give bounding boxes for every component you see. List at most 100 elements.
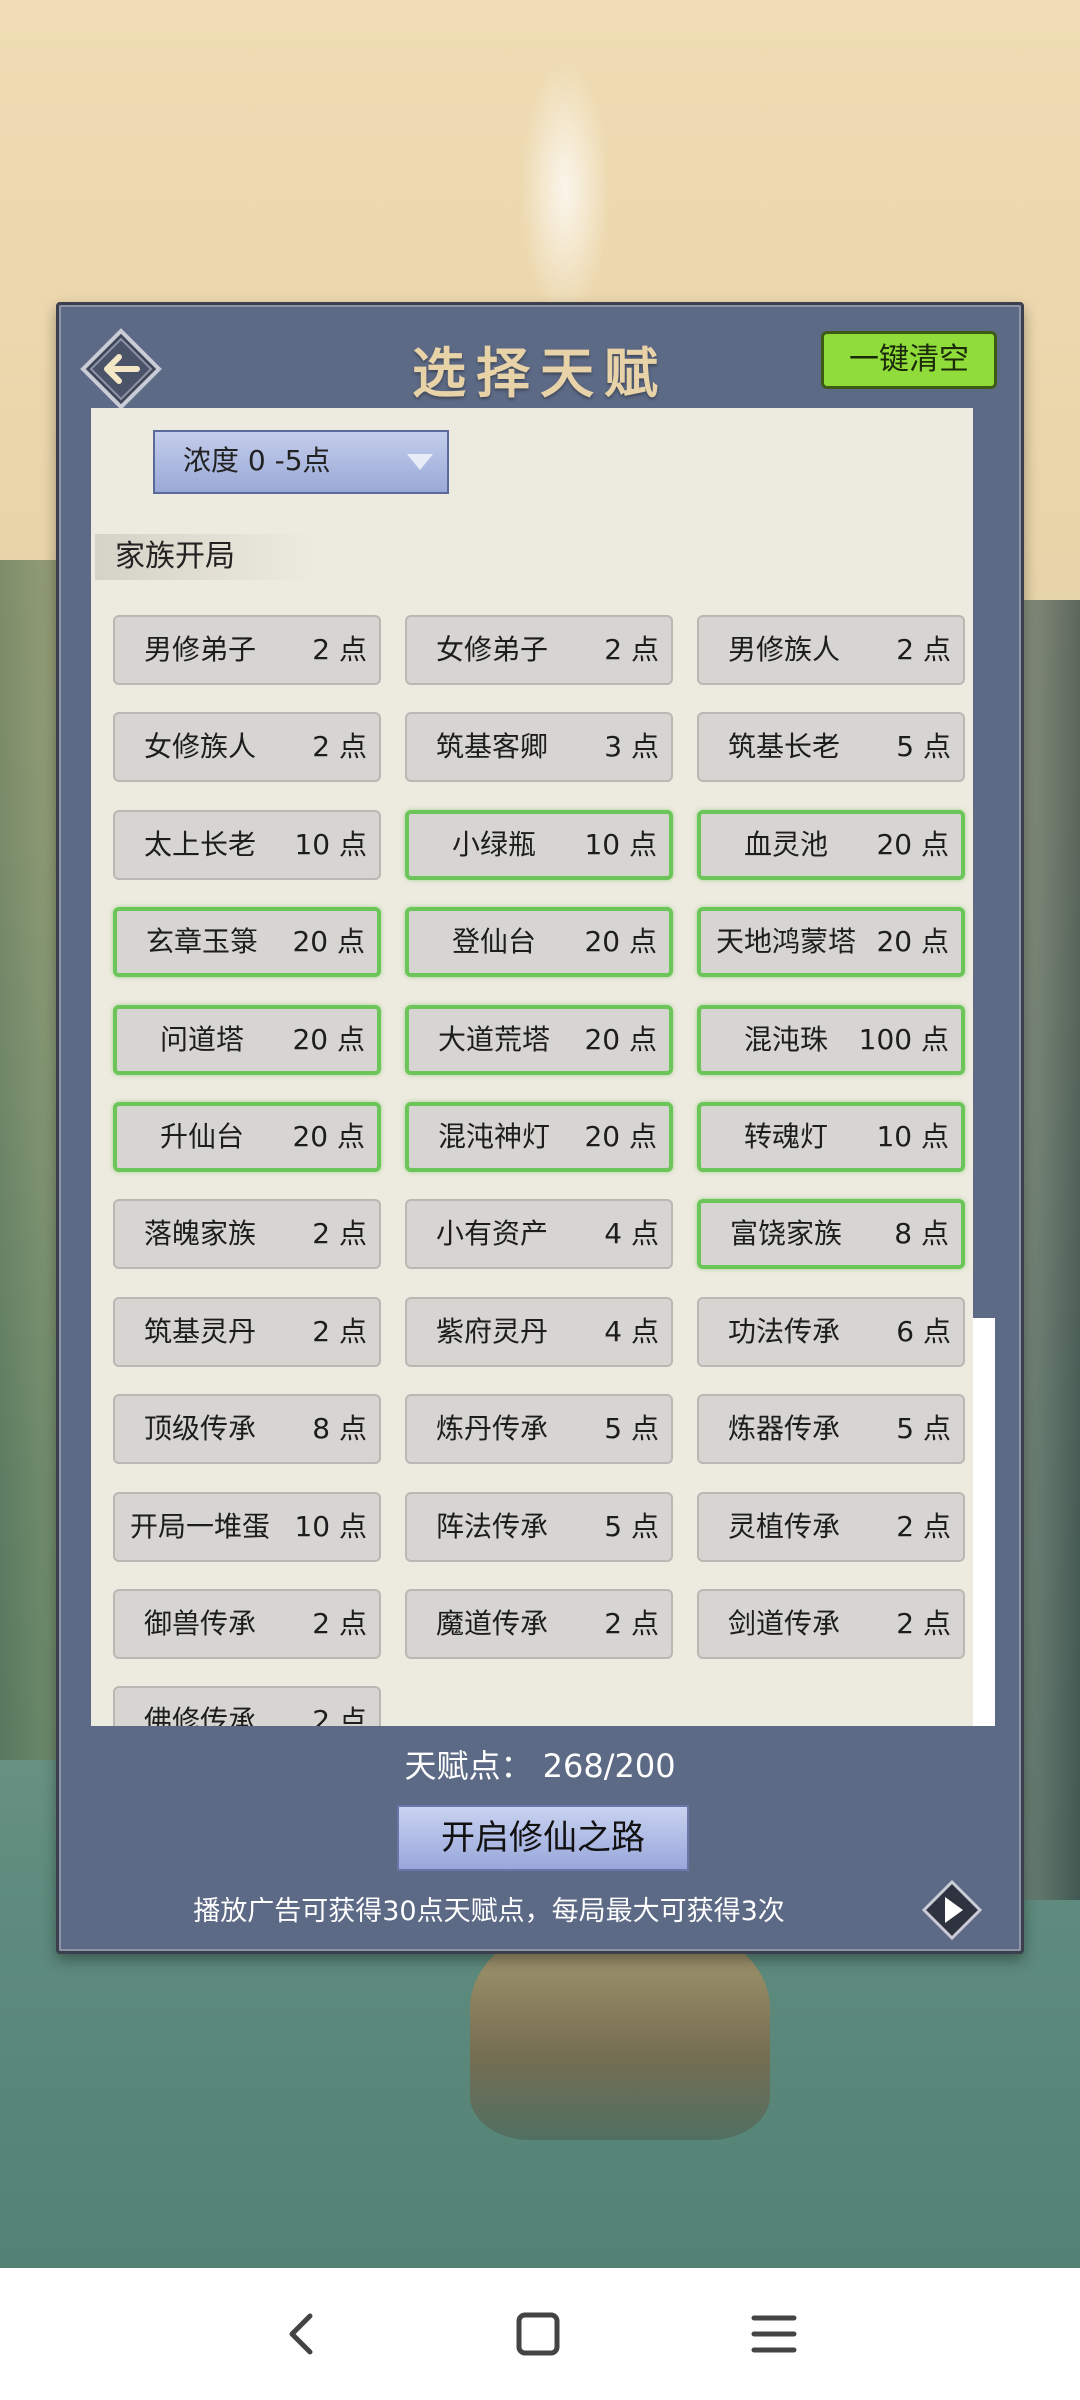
- talent-cost: 5 点: [604, 1412, 659, 1445]
- talent-button[interactable]: 血灵池 20 点: [697, 810, 965, 880]
- talent-button[interactable]: 落魄家族 2 点: [113, 1199, 381, 1269]
- talent-button[interactable]: 剑道传承 2 点: [697, 1589, 965, 1659]
- talent-name: 小绿瓶: [451, 828, 536, 861]
- talent-name: 女修弟子: [435, 633, 548, 666]
- talent-cost: 2 点: [604, 1607, 659, 1640]
- talent-button[interactable]: 筑基灵丹 2 点: [113, 1297, 381, 1367]
- talent-button[interactable]: 小绿瓶 10 点: [405, 810, 673, 880]
- talent-cost: 8 点: [894, 1217, 949, 1250]
- talent-cost: 20 点: [292, 1023, 365, 1056]
- talent-name: 玄章玉箓: [145, 925, 258, 958]
- talent-button[interactable]: 炼丹传承 5 点: [405, 1394, 673, 1464]
- scrollbar[interactable]: [973, 408, 995, 1726]
- talent-button[interactable]: 功法传承 6 点: [697, 1297, 965, 1367]
- talent-panel: 选择天赋 一键清空 浓度 0 -5点 家族开局 男修弟子 2 点女修弟子 2 点男修…: [56, 302, 1024, 1954]
- talent-cost: 20 点: [584, 1120, 657, 1153]
- talent-cost: 100 点: [858, 1023, 949, 1056]
- talent-cost: 4 点: [604, 1217, 659, 1250]
- talent-name: 落魄家族: [143, 1217, 256, 1250]
- play-icon: [921, 1879, 983, 1941]
- system-nav-bar: [0, 2268, 1080, 2400]
- talent-button[interactable]: 升仙台 20 点: [113, 1102, 381, 1172]
- talent-button[interactable]: 男修族人 2 点: [697, 615, 965, 685]
- talent-button[interactable]: 佛修传承 2 点: [113, 1686, 381, 1726]
- talent-cost: 4 点: [604, 1315, 659, 1348]
- talent-cost: 2 点: [312, 730, 367, 763]
- talent-button[interactable]: 筑基客卿 3 点: [405, 712, 673, 782]
- talent-name: 男修族人: [727, 633, 840, 666]
- talent-cost: 8 点: [312, 1412, 367, 1445]
- back-icon[interactable]: [272, 2304, 332, 2364]
- menu-icon[interactable]: [744, 2304, 804, 2364]
- talent-cost: 5 点: [896, 1412, 951, 1445]
- talent-button[interactable]: 玄章玉箓 20 点: [113, 907, 381, 977]
- talent-button[interactable]: 转魂灯 10 点: [697, 1102, 965, 1172]
- talent-button[interactable]: 御兽传承 2 点: [113, 1589, 381, 1659]
- talent-button[interactable]: 问道塔 20 点: [113, 1005, 381, 1075]
- talent-name: 天地鸿蒙塔: [715, 925, 856, 958]
- talent-cost: 2 点: [896, 633, 951, 666]
- talent-name: 男修弟子: [143, 633, 256, 666]
- section-title: 家族开局: [95, 534, 315, 580]
- talent-button[interactable]: 灵植传承 2 点: [697, 1492, 965, 1562]
- talent-button[interactable]: 女修弟子 2 点: [405, 615, 673, 685]
- talent-cost: 3 点: [604, 730, 659, 763]
- play-ad-button[interactable]: [921, 1879, 983, 1941]
- ad-hint-text: 播放广告可获得30点天赋点，每局最大可获得3次: [193, 1896, 785, 1927]
- talent-cost: 2 点: [312, 1607, 367, 1640]
- talent-name: 登仙台: [451, 925, 536, 958]
- talent-button[interactable]: 顶级传承 8 点: [113, 1394, 381, 1464]
- talent-button[interactable]: 魔道传承 2 点: [405, 1589, 673, 1659]
- talent-button[interactable]: 开局一堆蛋 10 点: [113, 1492, 381, 1562]
- talent-cost: 10 点: [876, 1120, 949, 1153]
- talent-button[interactable]: 大道荒塔 20 点: [405, 1005, 673, 1075]
- talent-cost: 20 点: [292, 1120, 365, 1153]
- talent-cost: 10 点: [294, 828, 367, 861]
- talent-button[interactable]: 筑基长老 5 点: [697, 712, 965, 782]
- talent-name: 问道塔: [159, 1023, 244, 1056]
- talent-name: 魔道传承: [435, 1607, 548, 1640]
- talent-button[interactable]: 小有资产 4 点: [405, 1199, 673, 1269]
- talent-name: 炼丹传承: [435, 1412, 548, 1445]
- talent-cost: 10 点: [294, 1510, 367, 1543]
- talent-button[interactable]: 太上长老 10 点: [113, 810, 381, 880]
- talent-button[interactable]: 混沌神灯 20 点: [405, 1102, 673, 1172]
- talent-name: 筑基客卿: [435, 730, 548, 763]
- talent-button[interactable]: 紫府灵丹 4 点: [405, 1297, 673, 1367]
- talent-name: 混沌珠: [743, 1023, 828, 1056]
- talent-name: 转魂灯: [743, 1120, 828, 1153]
- talent-cost: 2 点: [312, 1704, 367, 1726]
- home-icon[interactable]: [508, 2304, 568, 2364]
- talent-button[interactable]: 富饶家族 8 点: [697, 1199, 965, 1269]
- talent-button[interactable]: 女修族人 2 点: [113, 712, 381, 782]
- talent-cost: 10 点: [584, 828, 657, 861]
- talent-button[interactable]: 男修弟子 2 点: [113, 615, 381, 685]
- talent-cost: 20 点: [876, 828, 949, 861]
- talent-button[interactable]: 阵法传承 5 点: [405, 1492, 673, 1562]
- talent-cost: 20 点: [292, 925, 365, 958]
- scrollbar-thumb[interactable]: [973, 408, 995, 1318]
- clear-all-button[interactable]: 一键清空: [821, 331, 997, 389]
- talent-name: 血灵池: [743, 828, 828, 861]
- talent-points: 天赋点： 268/200: [404, 1747, 676, 1785]
- talent-cost: 6 点: [896, 1315, 951, 1348]
- concentration-dropdown[interactable]: 浓度 0 -5点: [153, 430, 449, 494]
- talent-cost: 20 点: [584, 925, 657, 958]
- talent-name: 炼器传承: [727, 1412, 840, 1445]
- talent-button[interactable]: 天地鸿蒙塔 20 点: [697, 907, 965, 977]
- talent-button[interactable]: 炼器传承 5 点: [697, 1394, 965, 1464]
- chevron-down-icon: [407, 454, 433, 470]
- talent-cost: 2 点: [604, 633, 659, 666]
- talent-cost: 20 点: [584, 1023, 657, 1056]
- start-cultivation-button[interactable]: 开启修仙之路: [397, 1805, 689, 1871]
- talent-name: 太上长老: [143, 828, 256, 861]
- talent-button[interactable]: 混沌珠 100 点: [697, 1005, 965, 1075]
- talent-name: 灵植传承: [727, 1510, 840, 1543]
- talent-cost: 5 点: [896, 730, 951, 763]
- mist-decoration: [520, 60, 610, 320]
- talent-list[interactable]: 浓度 0 -5点 家族开局 男修弟子 2 点女修弟子 2 点男修族人 2 点女修族人 2…: [91, 408, 995, 1726]
- talent-cost: 2 点: [312, 1217, 367, 1250]
- talent-cost: 5 点: [604, 1510, 659, 1543]
- talent-button[interactable]: 登仙台 20 点: [405, 907, 673, 977]
- talent-name: 混沌神灯: [437, 1120, 550, 1153]
